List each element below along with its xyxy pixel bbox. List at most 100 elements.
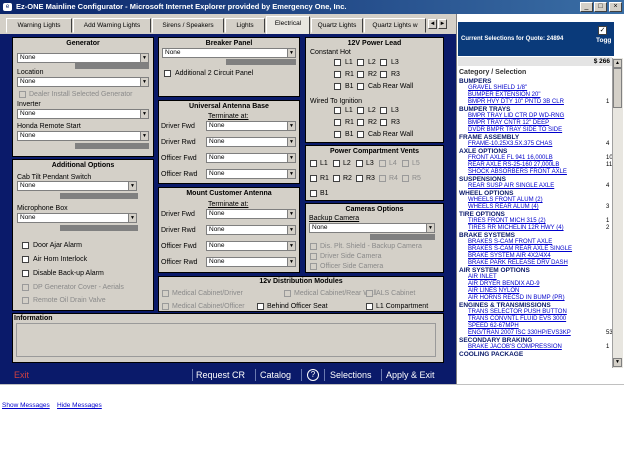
inverter-select[interactable]: None ▼ — [17, 109, 149, 119]
ch-l2-checkbox[interactable] — [357, 59, 364, 66]
med-cab-driver-checkbox[interactable] — [162, 290, 169, 297]
ch-r1-checkbox[interactable] — [334, 71, 341, 78]
als-cabinet-checkbox[interactable] — [366, 290, 373, 297]
med-cab-rear-wall-checkbox[interactable] — [284, 290, 291, 297]
ch-l1-checkbox[interactable] — [334, 59, 341, 66]
selection-link[interactable]: FRONT AXLE FL 941 16,000LB — [468, 155, 553, 162]
selection-link[interactable]: SPEED 62-67MPH — [468, 323, 519, 330]
vent-l4-checkbox[interactable] — [379, 160, 386, 167]
selection-link[interactable]: FRAME-10.25X3.5X.375 CHAS — [468, 141, 552, 148]
antenna-base-officer-fwd-select[interactable]: None ▼ — [206, 153, 296, 163]
selection-link[interactable]: SHOCK ABSORBERS FRONT AXLE — [468, 169, 567, 176]
dis-plt-shield-checkbox[interactable] — [310, 243, 317, 250]
generator-select[interactable]: None ▼ — [17, 53, 149, 63]
vent-r5-checkbox[interactable] — [402, 175, 409, 182]
hide-messages-link[interactable]: Hide Messages — [57, 402, 102, 409]
antenna-base-officer-rwd-select[interactable]: None ▼ — [206, 169, 296, 179]
l1-compartment-checkbox[interactable] — [366, 303, 373, 310]
tab-quartz-lights-w[interactable]: Quartz Lights w — [364, 18, 426, 33]
remote-oil-drain-checkbox[interactable] — [22, 297, 29, 304]
selection-link[interactable]: WHEELS FRONT ALUM (2) — [468, 197, 543, 204]
tab-add-warning-lights[interactable]: Add Warning Lights — [73, 18, 151, 33]
tab-quartz-lights[interactable]: Quartz Lights — [311, 18, 363, 33]
selection-link[interactable]: AIR HORNS RECSD IN BUMP (PR) — [468, 295, 565, 302]
tab-scroll-left-icon[interactable]: ◄ — [428, 19, 437, 29]
selection-link[interactable]: BRAKES S-CAM FRONT AXLE — [468, 239, 552, 246]
minimize-button[interactable]: _ — [580, 2, 593, 12]
vent-l1-checkbox[interactable] — [310, 160, 317, 167]
tab-sirens-speakers[interactable]: Sirens / Speakers — [152, 18, 224, 33]
ch-b1-checkbox[interactable] — [334, 83, 341, 90]
vent-l5-checkbox[interactable] — [402, 160, 409, 167]
apply-exit-button[interactable]: Apply & Exit — [386, 368, 435, 382]
vent-r2-checkbox[interactable] — [333, 175, 340, 182]
officer-side-camera-checkbox[interactable] — [310, 263, 317, 270]
ch-r3-checkbox[interactable] — [380, 71, 387, 78]
selection-link[interactable]: AIR DRYER BENDIX AD-9 — [468, 281, 540, 288]
show-messages-link[interactable]: Show Messages — [2, 402, 50, 409]
selection-link[interactable]: REAR SUSP AIR SINGLE AXLE — [468, 183, 554, 190]
dealer-install-checkbox[interactable] — [19, 91, 26, 98]
vent-l3-checkbox[interactable] — [356, 160, 363, 167]
selection-link[interactable]: TIRES RR MICHELIN 12R HWY (4) — [468, 225, 564, 232]
selection-link[interactable]: GRAVEL SHIELD 1/8" — [468, 85, 527, 92]
wi-l2-checkbox[interactable] — [357, 107, 364, 114]
wi-r3-checkbox[interactable] — [380, 119, 387, 126]
tab-lights[interactable]: Lights — [225, 18, 265, 33]
selection-link[interactable]: ENG/TRAN 2007 ISC 330HP/EVS3KP — [468, 330, 571, 337]
wi-r2-checkbox[interactable] — [357, 119, 364, 126]
selection-link[interactable]: BRAKE PARK RELEASE DRV DASH — [468, 260, 568, 267]
selection-link[interactable]: DVDR BMPR TRAY SIDE TO SIDE — [468, 127, 562, 134]
wi-cab-rear-wall-checkbox[interactable] — [357, 131, 364, 138]
vent-l2-checkbox[interactable] — [333, 160, 340, 167]
selection-link[interactable]: BMPR TRAY LID CTR DP WD-RNG — [468, 113, 564, 120]
wi-r1-checkbox[interactable] — [334, 119, 341, 126]
driver-side-camera-checkbox[interactable] — [310, 253, 317, 260]
request-cr-button[interactable]: Request CR — [196, 368, 245, 382]
mount-antenna-driver-fwd-select[interactable]: None ▼ — [206, 209, 296, 219]
catalog-button[interactable]: Catalog — [260, 368, 291, 382]
selections-button[interactable]: Selections — [330, 368, 372, 382]
selection-link[interactable]: TIRES FRONT MICH 315 (2) — [468, 218, 546, 225]
antenna-base-driver-fwd-select[interactable]: None ▼ — [206, 121, 296, 131]
maximize-button[interactable]: □ — [594, 2, 607, 12]
vent-r3-checkbox[interactable] — [356, 175, 363, 182]
add-circuit-panel-checkbox[interactable] — [164, 70, 171, 77]
disable-backup-alarm-checkbox[interactable] — [22, 270, 29, 277]
cab-tilt-select[interactable]: None ▼ — [17, 181, 137, 191]
selection-link[interactable]: TRANS SELECTOR PUSH BUTTON — [468, 309, 567, 316]
tab-scroll-right-icon[interactable]: ► — [438, 19, 447, 29]
location-select[interactable]: None ▼ — [17, 77, 149, 87]
scroll-up-icon[interactable]: ▲ — [613, 59, 622, 68]
ch-l3-checkbox[interactable] — [380, 59, 387, 66]
ch-cab-rear-wall-checkbox[interactable] — [357, 83, 364, 90]
med-cab-officer-checkbox[interactable] — [162, 303, 169, 310]
exit-button[interactable]: Exit — [14, 368, 29, 382]
toggle-checkbox[interactable]: ✓ — [598, 26, 607, 35]
selection-link[interactable]: AIR INLET — [468, 274, 497, 281]
honda-remote-select[interactable]: None ▼ — [17, 131, 149, 141]
vent-b1-checkbox[interactable] — [310, 190, 317, 197]
vent-r4-checkbox[interactable] — [379, 175, 386, 182]
door-ajar-checkbox[interactable] — [22, 242, 29, 249]
dp-generator-cover-checkbox[interactable] — [22, 284, 29, 291]
wi-l3-checkbox[interactable] — [380, 107, 387, 114]
wi-b1-checkbox[interactable] — [334, 131, 341, 138]
tab-electrical[interactable]: Electrical — [266, 16, 310, 34]
scroll-thumb[interactable] — [613, 68, 622, 108]
air-horn-interlock-checkbox[interactable] — [22, 256, 29, 263]
wi-l1-checkbox[interactable] — [334, 107, 341, 114]
scroll-down-icon[interactable]: ▼ — [613, 358, 622, 367]
selection-link[interactable]: WHEELS REAR ALUM (4) — [468, 204, 539, 211]
vent-r1-checkbox[interactable] — [310, 175, 317, 182]
close-window-button[interactable]: × — [609, 2, 622, 12]
selection-link[interactable]: BMPR TRAY CNTR 12" DEEP — [468, 120, 549, 127]
selection-link[interactable]: BRAKE JACOB'S COMPRESSION — [468, 344, 562, 351]
help-icon[interactable]: ? — [307, 369, 319, 381]
mount-antenna-officer-fwd-select[interactable]: None ▼ — [206, 241, 296, 251]
breaker-panel-select[interactable]: None ▼ — [162, 48, 296, 58]
selection-link[interactable]: AIR LINES NYLON — [468, 288, 519, 295]
information-textarea[interactable] — [16, 323, 436, 357]
microphone-box-select[interactable]: None ▼ — [17, 213, 137, 223]
selection-link[interactable]: BRAKES S-CAM REAR AXLE SINGLE — [468, 246, 572, 253]
